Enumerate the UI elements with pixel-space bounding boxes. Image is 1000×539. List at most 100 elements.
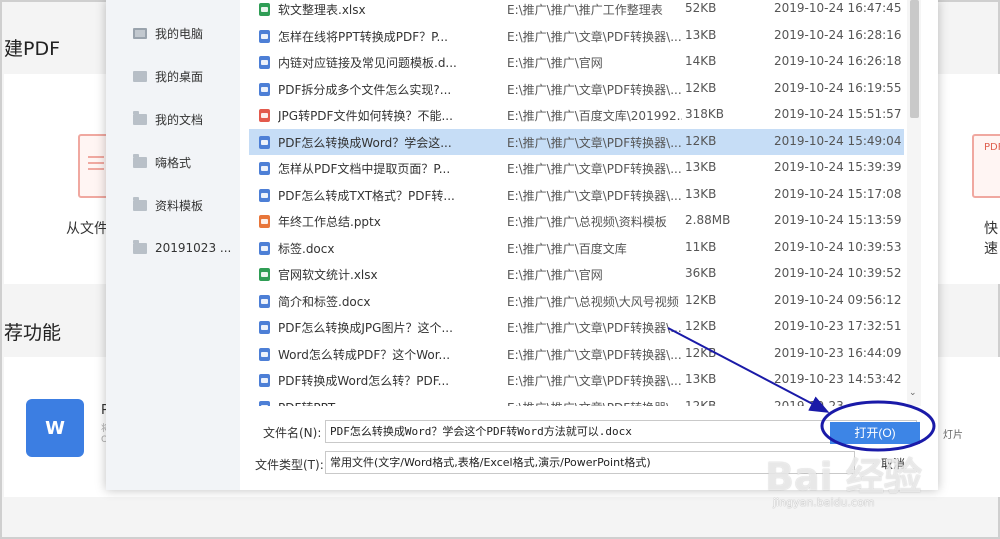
word-file-icon [259,241,270,255]
folder-icon [133,196,147,211]
folder-icon [133,110,147,125]
file-size: 13KB [685,160,717,174]
sidebar-item-my-documents[interactable]: 我的文档 [106,99,240,139]
file-name: 年终工作总结.pptx [278,215,381,229]
file-row[interactable]: 官网软文统计.xlsx E:\推广\推广\官网 36KB 2019-10-24 10:… [249,261,904,287]
file-row[interactable]: Word怎么转成PDF？这个Wor... E:\推广\推广\文章\PDF转换器\.… [249,341,904,367]
word-file-icon [259,294,270,308]
file-row[interactable]: JPG转PDF文件如何转换？不能... E:\推广\推广\百度文库\201992.… [249,102,904,128]
scroll-thumb[interactable] [910,0,919,118]
file-row[interactable]: 怎样从PDF文档中提取页面？P... E:\推广\推广\文章\PDF转换器\...… [249,155,904,181]
cancel-button[interactable]: 取消 [863,453,923,475]
sidebar-item-label: 嗨格式 [155,155,192,170]
file-date: 2019-10-24 10:39:52 [774,266,902,280]
file-row[interactable]: 简介和标签.docx E:\推广\推广\总视频\大风号视频 12KB 2019-10-… [249,288,904,314]
word-file-icon [259,188,270,202]
file-path: E:\推广\推广\文章\PDF转换器\... [507,347,682,362]
file-size: 12KB [685,80,717,95]
pdf-icon-label: PDF [984,142,1000,153]
file-name: PDF转PPT... [278,399,498,407]
file-size: 12KB [685,319,717,333]
file-path: E:\推广\推广\文章\PDF转换器\... [507,162,682,176]
file-date: 2019-10-23 16:44:09 [774,345,902,360]
file-date: 2019-10-24 15:51:57 [774,107,902,121]
file-row[interactable]: PDF转换成Word怎么转？PDF... E:\推广\推广\文章\PDF转换器\.… [249,367,904,393]
word-file-icon [259,135,270,149]
sidebar-item-my-desktop[interactable]: 我的桌面 [106,56,240,96]
pdf-file-icon: PDF [972,134,1000,198]
file-date: 2019-10-24 09:56:12 [774,292,902,307]
file-row[interactable]: 怎样在线将PPT转换成PDF？P... E:\推广\推广\文章\PDF转换器\..… [249,23,904,49]
file-open-dialog: 我的电脑 我的桌面 我的文档 嗨格式 资料模板 20191023 ... 软文整… [106,0,938,490]
filename-input[interactable]: PDF怎么转换成Word？学会这个PDF转Word方法就可以.docx [325,420,917,443]
file-path: E:\推广\推广\总视频\大风号视频 [507,294,679,309]
word-file-icon [259,162,270,175]
word-file-icon [259,347,270,361]
folder-icon [133,153,147,168]
file-list-scrollbar[interactable]: ⌄ [907,0,921,406]
word-file-icon [259,400,270,406]
card-label-quick[interactable]: 快速 [984,218,998,258]
file-date: 2019-10-24 15:39:39 [774,160,902,174]
file-size: 12KB [685,292,717,307]
file-date: 2019-10-24 15:17:08 [774,186,902,201]
excel-file-icon [259,3,270,16]
file-date: 2019-10-24 10:39:53 [774,239,902,254]
file-path: E:\推广\推广\文章\PDF转换器\... [507,29,682,44]
file-name: PDF怎么转换成JPG图片？这个... [278,321,453,335]
open-button[interactable]: 打开(O) [830,422,920,444]
sidebar-item-templates[interactable]: 资料模板 [106,185,240,225]
desktop-icon [133,70,147,82]
file-path: E:\推广\推广\文章\PDF转换器\... [507,188,682,203]
file-row[interactable]: PDF怎么转换成Word？学会这... E:\推广\推广\文章\PDF转换器\..… [249,128,904,155]
section-title-recommended: 荐功能 [4,322,62,344]
file-name: 怎样从PDF文档中提取页面？P... [278,162,451,176]
file-row[interactable]: PDF怎么转换成JPG图片？这个... E:\推广\推广\文章\PDF转换器\..… [249,314,904,340]
file-row[interactable]: PDF转PPT... E:\推广\推广\文章\PDF转换器\...12KB 2019… [249,394,904,407]
file-date: 2019-10-24 16:19:55 [774,80,902,95]
filename-label: 文件名(N): [263,426,322,440]
file-date: 2019-10-24 16:47:45 [774,1,902,15]
file-date: 2019-10-23 17:32:51 [774,319,902,333]
file-row[interactable]: 软文整理表.xlsx E:\推广\推广\推广工作整理表 52KB 2019-10-24… [249,0,904,22]
file-path: E:\推广\推广\百度文库 [507,241,627,256]
file-size: 12KB [685,345,717,360]
file-path: E:\推广\推广\官网 [507,56,603,70]
file-size: 52KB [685,1,717,15]
sidebar-item-haigeshi[interactable]: 嗨格式 [106,142,240,182]
file-name: 怎样在线将PPT转换成PDF？P... [278,29,448,44]
file-size: 12KB [685,398,717,407]
file-path: E:\推广\推广\文章\PDF转换器\... [507,321,682,335]
filetype-label: 文件类型(T): [255,458,324,472]
file-name: 官网软文统计.xlsx [278,268,378,282]
filetype-select[interactable]: 常用文件(文字/Word格式,表格/Excel格式,演示/PowerPoint格… [325,451,855,474]
sidebar-item-label: 我的桌面 [155,69,204,84]
file-name: 标签.docx [278,241,335,256]
file-size: 318KB [685,107,725,121]
file-row[interactable]: PDF拆分成多个文件怎么实现?... E:\推广\推广\文章\PDF转换器\...… [249,76,904,102]
file-path: E:\推广\推广\文章\PDF转换器\... [507,374,682,388]
file-row[interactable]: 年终工作总结.pptx E:\推广\推广\总视频\资料模板 2.88MB 2019-1… [249,208,904,234]
file-size: 36KB [685,266,717,280]
file-date: 2019-10-24 16:28:16 [774,27,902,42]
file-size: 11KB [685,239,717,254]
file-path: E:\推广\推广\总视频\资料模板 [507,215,667,229]
file-size: 13KB [685,186,717,201]
file-name: PDF怎么转成TXT格式？PDF转... [278,188,455,203]
file-size: 2.88MB [685,213,731,227]
pdf-to-word-icon[interactable]: W [26,399,84,457]
scroll-down-icon[interactable]: ⌄ [909,388,917,398]
sidebar-item-20191023[interactable]: 20191023 ... [106,228,240,268]
file-path: E:\推广\推广\文章\PDF转换器\... [507,82,682,97]
file-row[interactable]: 内链对应链接及常见问题模板.d... E:\推广\推广\官网 14KB 2019-10… [249,49,904,75]
file-name: JPG转PDF文件如何转换？不能... [278,109,453,123]
file-name: 简介和标签.docx [278,294,371,309]
folder-icon [133,239,147,254]
sidebar-item-my-computer[interactable]: 我的电脑 [106,13,240,53]
sidebar-item-label: 我的电脑 [155,26,204,41]
file-row[interactable]: PDF怎么转成TXT格式？PDF转... E:\推广\推广\文章\PDF转换器\.… [249,182,904,208]
file-row[interactable]: 标签.docx E:\推广\推广\百度文库 11KB 2019-10-24 10:39… [249,235,904,261]
file-date: 2019-10-23 14:53:42 [774,372,902,386]
word-file-icon [259,56,270,69]
sidebar: 我的电脑 我的桌面 我的文档 嗨格式 资料模板 20191023 ... [106,0,240,490]
